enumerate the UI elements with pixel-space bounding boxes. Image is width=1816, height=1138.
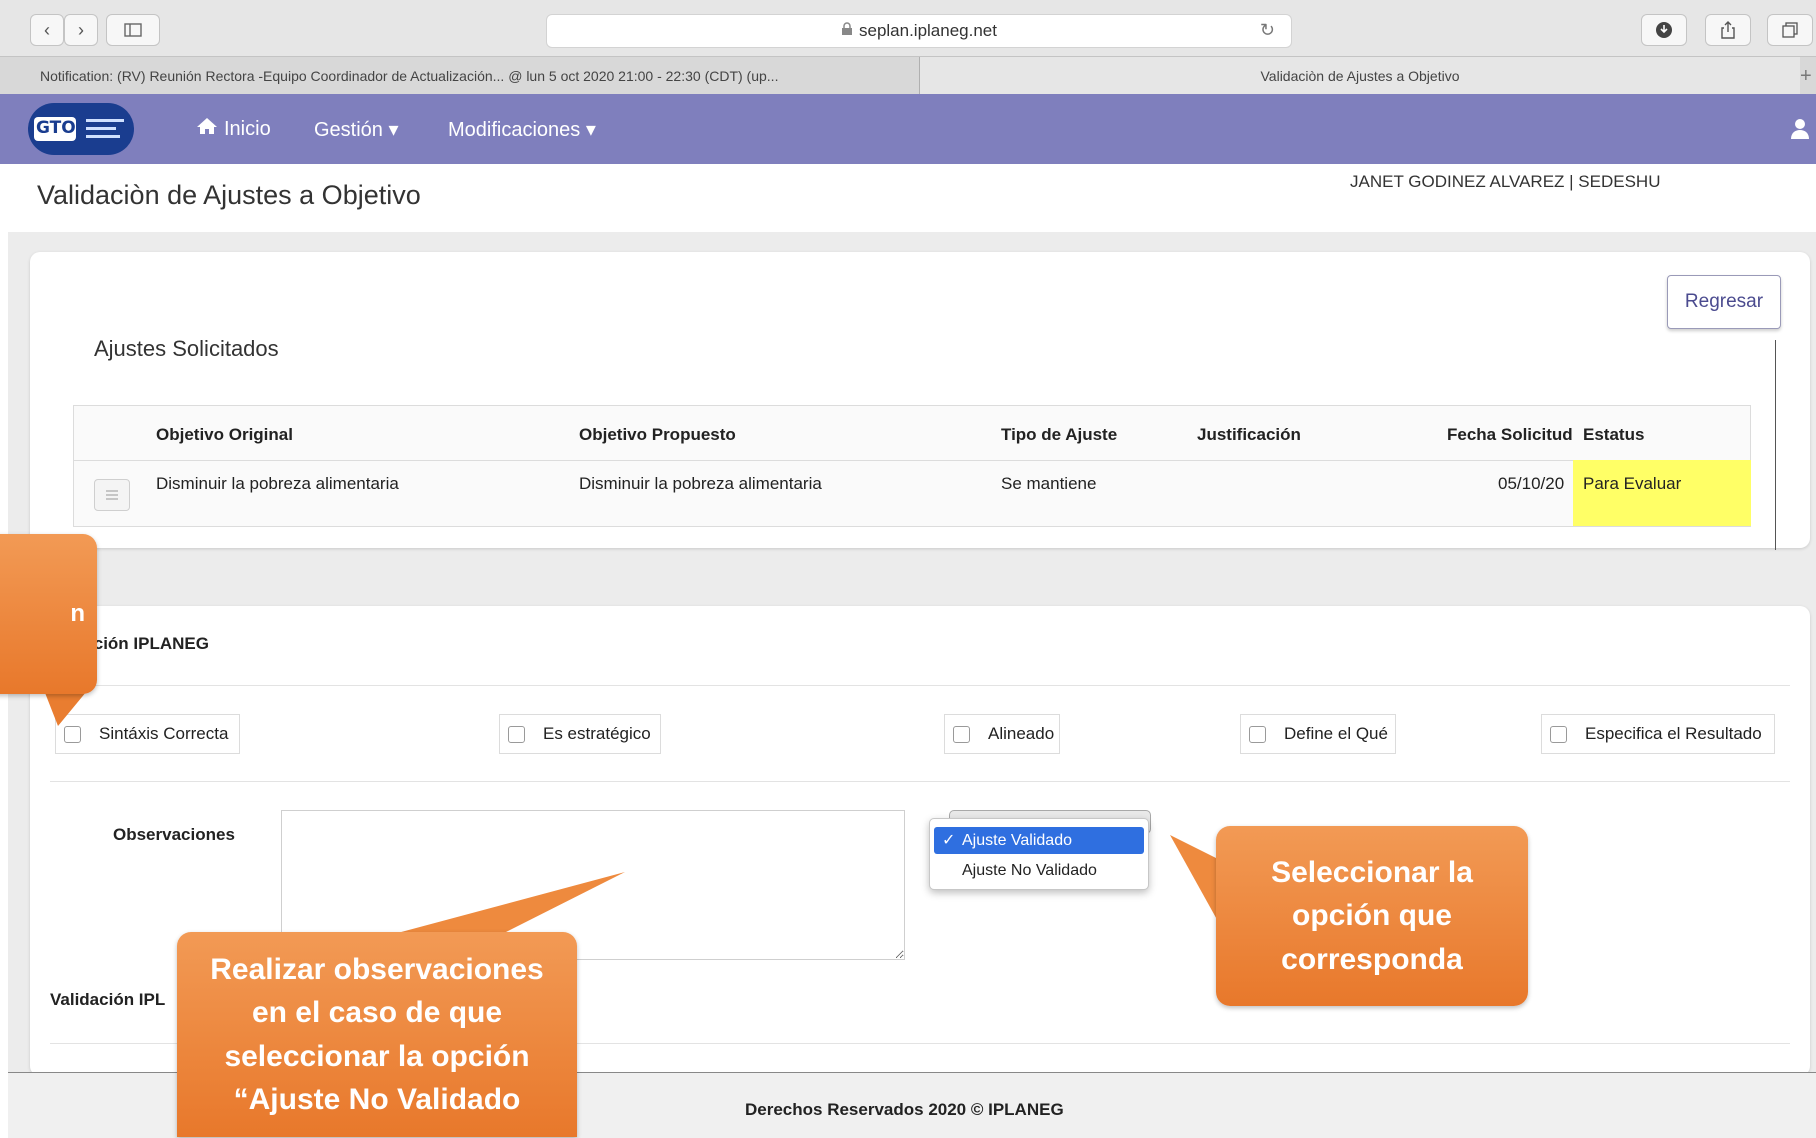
share-icon[interactable] [1705,14,1751,46]
tab-validacion[interactable]: Validaciòn de Ajustes a Objetivo [920,57,1800,95]
ajustes-section-title: Ajustes Solicitados [94,336,279,361]
nav-item-inicio[interactable]: Inicio [196,94,271,164]
tab-notification[interactable]: Notification: (RV) Reunión Rectora -Equi… [0,57,920,95]
checkbox-box[interactable] [953,725,970,743]
page-title: Validaciòn de Ajustes a Objetivo [37,180,421,210]
validacion-bottom-label: Validación IPL [50,990,166,1009]
tab-bar: Notification: (RV) Reunión Rectora -Equi… [0,56,1816,96]
nav-label-inicio: Inicio [224,117,271,140]
column-header: Tipo de Ajuste [1001,425,1118,444]
option-ajuste-validado[interactable]: ✓ Ajuste Validado [934,827,1144,854]
checkbox-label: Especifica el Resultado [1585,724,1762,743]
column-header: Fecha Solicitud [1447,425,1573,444]
checkbox-box[interactable] [1249,725,1266,743]
reload-icon[interactable]: ↻ [1260,20,1275,41]
callout-line: Realizar observaciones [210,952,544,986]
lock-icon [841,21,853,41]
gto-logo[interactable]: GTO [28,103,134,155]
callout-line: en el caso de que [251,996,503,1029]
callout-line: “Ajuste No Validado [233,1083,521,1116]
new-tab-button[interactable]: + [1800,57,1816,95]
cell-tipo-ajuste: Se mantiene [1001,474,1097,493]
tab-label: Notification: (RV) Reunión Rectora -Equi… [40,68,779,84]
callout-observaciones: Realizar observaciones en el caso de que… [177,932,577,1137]
home-icon [196,117,218,141]
cell-objetivo-propuesto: Disminuir la pobreza alimentaria [579,474,822,493]
checkbox-define-el-que[interactable]: Define el Qué [1240,714,1396,754]
checkbox-label: Define el Qué [1284,724,1388,743]
column-header: Objetivo Propuesto [579,425,736,444]
tabs-overview-icon[interactable] [1767,14,1813,46]
callout-line: seleccionar la opción [224,1039,530,1073]
nav-label-modificaciones: Modificaciones ▾ [448,118,596,141]
user-info: JANET GODINEZ ALVAREZ | SEDESHU [1350,172,1661,191]
download-icon[interactable] [1641,14,1687,46]
forward-arrow-icon[interactable]: › [64,14,98,46]
logo-text: GTO [36,118,76,138]
url-bar[interactable]: seplan.iplaneg.net ↻ [546,14,1292,48]
nav-label-gestion: Gestión ▾ [314,118,399,141]
checkbox-es-estrategico[interactable]: Es estratégico [499,714,661,754]
callout-text: n [70,599,85,627]
cell-fecha: 05/10/20 [1498,474,1565,493]
row-menu-icon[interactable] [94,479,130,511]
checkbox-box[interactable] [64,725,81,743]
checkbox-box[interactable] [508,725,525,743]
column-header: Objetivo Original [156,425,293,444]
user-icon[interactable] [1790,94,1810,164]
cell-objetivo-original: Disminuir la pobreza alimentaria [156,474,399,493]
regresar-button[interactable]: Regresar [1667,275,1781,329]
column-header: Justificación [1197,425,1301,444]
option-ajuste-no-validado[interactable]: Ajuste No Validado [934,857,1144,884]
divider [50,781,1790,782]
callout-seleccionar: Seleccionar la opción que corresponda [1216,826,1528,1006]
divider [50,685,1790,686]
tab-label: Validaciòn de Ajustes a Objetivo [1260,68,1460,84]
validation-dropdown-menu: ✓ Ajuste Validado Ajuste No Validado [929,818,1149,890]
ajustes-table [73,405,1751,527]
observaciones-label: Observaciones [113,825,235,844]
callout-line: opción que [1292,899,1452,933]
sidebar-toggle-icon[interactable] [106,14,160,46]
checkbox-especifica-resultado[interactable]: Especifica el Resultado [1541,714,1775,754]
app-navbar: GTO Inicio Gestión ▾ Modificaciones ▾ [0,94,1816,164]
callout-line: corresponda [1281,942,1463,976]
checkbox-alineado[interactable]: Alineado [944,714,1060,754]
checkbox-label: Alineado [988,724,1055,743]
url-text: seplan.iplaneg.net [858,21,997,40]
checkmark-icon: ✓ [942,832,956,849]
checkbox-label: Es estratégico [543,724,651,743]
nav-item-gestion[interactable]: Gestión ▾ [314,94,399,164]
checkbox-box[interactable] [1550,725,1567,743]
checkbox-sintaxis-correcta[interactable]: Sintáxis Correcta [55,714,240,754]
panel-edge [1775,340,1776,550]
callout-left: n [0,534,97,694]
column-header: Estatus [1583,425,1645,444]
checkbox-label: Sintáxis Correcta [99,724,229,743]
status-badge: Para Evaluar [1583,474,1682,493]
footer-text: Derechos Reservados 2020 © IPLANEG [745,1100,1064,1119]
callout-line: Seleccionar la [1271,855,1473,889]
table-divider [73,460,1751,461]
option-label: Ajuste No Validado [962,861,1097,879]
option-label: Ajuste Validado [962,831,1072,849]
back-arrow-icon[interactable]: ‹ [30,14,64,46]
nav-item-modificaciones[interactable]: Modificaciones ▾ [448,94,596,164]
